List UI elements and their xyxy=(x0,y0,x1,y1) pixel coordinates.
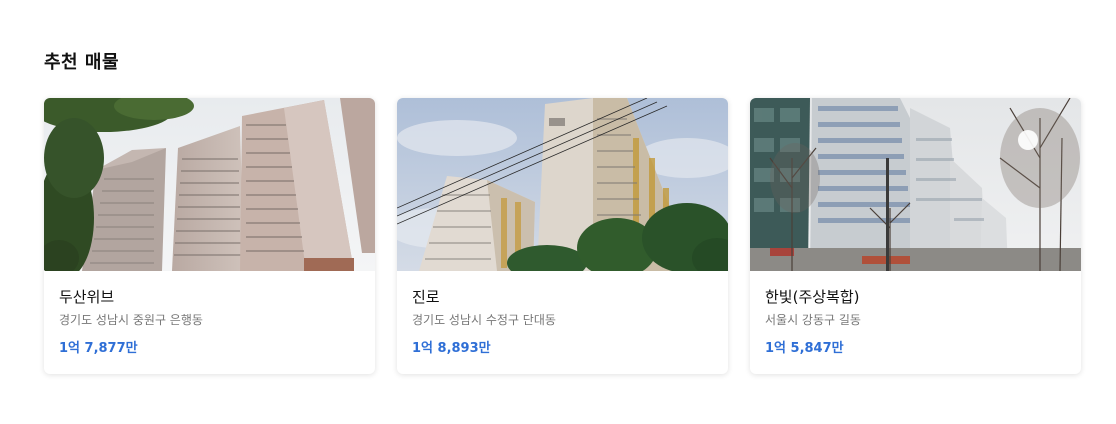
listing-address: 서울시 강동구 길동 xyxy=(765,313,861,327)
listing-price: 1억 5,847만 xyxy=(765,341,844,356)
listing-card[interactable]: 한빛(주상복합) 서울시 강동구 길동 1억 5,847만 xyxy=(750,98,1081,374)
apartment-photo-icon xyxy=(397,98,728,271)
listing-card-body: 진로 경기도 성남시 수정구 단대동 1억 8,893만 xyxy=(397,271,728,358)
listing-cards: 두산위브 경기도 성남시 중원구 은행동 1억 7,877만 진로 경기도 성남… xyxy=(44,98,1081,374)
listing-name: 두산위브 xyxy=(59,288,115,306)
listing-address: 경기도 성남시 수정구 단대동 xyxy=(412,313,556,327)
listing-card-body: 두산위브 경기도 성남시 중원구 은행동 1억 7,877만 xyxy=(44,271,375,358)
listing-name: 한빛(주상복합) xyxy=(765,288,860,306)
section-title: 추천 매물 xyxy=(44,52,120,73)
recommended-listings-section: 추천 매물 두산위브 경기도 성남시 중원구 은행동 1억 7,877만 진로 … xyxy=(44,50,1084,374)
listing-card-body: 한빛(주상복합) 서울시 강동구 길동 1억 5,847만 xyxy=(750,271,1081,358)
listing-price: 1억 7,877만 xyxy=(59,341,138,356)
listing-name: 진로 xyxy=(412,288,440,306)
listing-card[interactable]: 진로 경기도 성남시 수정구 단대동 1억 8,893만 xyxy=(397,98,728,374)
listing-card[interactable]: 두산위브 경기도 성남시 중원구 은행동 1억 7,877만 xyxy=(44,98,375,374)
listing-price: 1억 8,893만 xyxy=(412,341,491,356)
listing-address: 경기도 성남시 중원구 은행동 xyxy=(59,313,203,327)
apartment-photo-icon xyxy=(750,98,1081,271)
apartment-photo-icon xyxy=(44,98,375,271)
